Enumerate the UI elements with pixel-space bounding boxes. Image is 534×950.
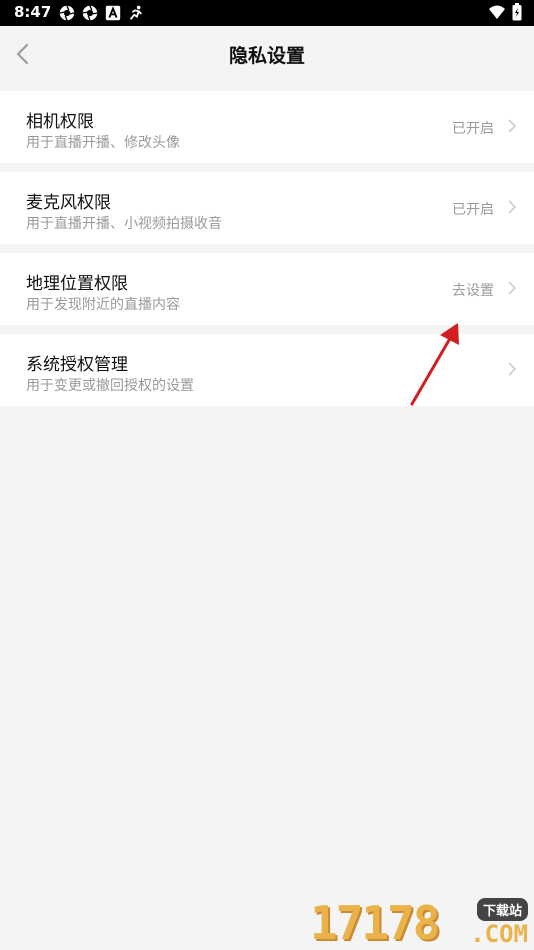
chevron-right-icon xyxy=(508,200,517,214)
chevron-right-icon xyxy=(508,281,517,295)
aperture-icon xyxy=(82,5,98,21)
site-watermark: 17178 下载站 .COM xyxy=(310,896,532,950)
watermark-domain: .COM xyxy=(470,920,528,948)
setting-title: 系统授权管理 xyxy=(26,355,128,375)
chevron-right-icon xyxy=(508,362,517,376)
annotation-arrow-icon xyxy=(410,323,459,406)
setting-title: 相机权限 xyxy=(26,112,94,132)
font-a-icon xyxy=(105,5,121,21)
battery-charging-icon xyxy=(512,3,522,21)
setting-status: 已开启 xyxy=(452,202,494,218)
notification-icons xyxy=(58,4,145,22)
system-status xyxy=(488,3,522,21)
setting-status: 去设置 xyxy=(452,283,494,299)
setting-description: 用于变更或撤回授权的设置 xyxy=(26,378,194,394)
setting-status: 已开启 xyxy=(452,121,494,137)
setting-microphone-permission[interactable]: 麦克风权限 用于直播开播、小视频拍摄收音 已开启 xyxy=(0,172,534,244)
status-bar: 8:47 xyxy=(0,0,534,26)
page-title: 隐私设置 xyxy=(228,45,305,67)
chevron-right-icon xyxy=(508,119,517,133)
app-header: 隐私设置 xyxy=(0,26,534,82)
setting-title: 地理位置权限 xyxy=(26,274,128,294)
running-icon xyxy=(129,5,143,20)
watermark-digits: 17178 xyxy=(310,896,440,950)
setting-description: 用于直播开播、小视频拍摄收音 xyxy=(26,216,222,232)
aperture-icon xyxy=(59,5,75,21)
setting-camera-permission[interactable]: 相机权限 用于直播开播、修改头像 已开启 xyxy=(0,91,534,163)
watermark-badge: 下载站 xyxy=(476,898,528,921)
setting-description: 用于直播开播、修改头像 xyxy=(26,135,180,151)
wifi-icon xyxy=(489,5,505,19)
status-time: 8:47 xyxy=(14,3,52,21)
setting-description: 用于发现附近的直播内容 xyxy=(26,297,180,313)
setting-title: 麦克风权限 xyxy=(26,193,111,213)
